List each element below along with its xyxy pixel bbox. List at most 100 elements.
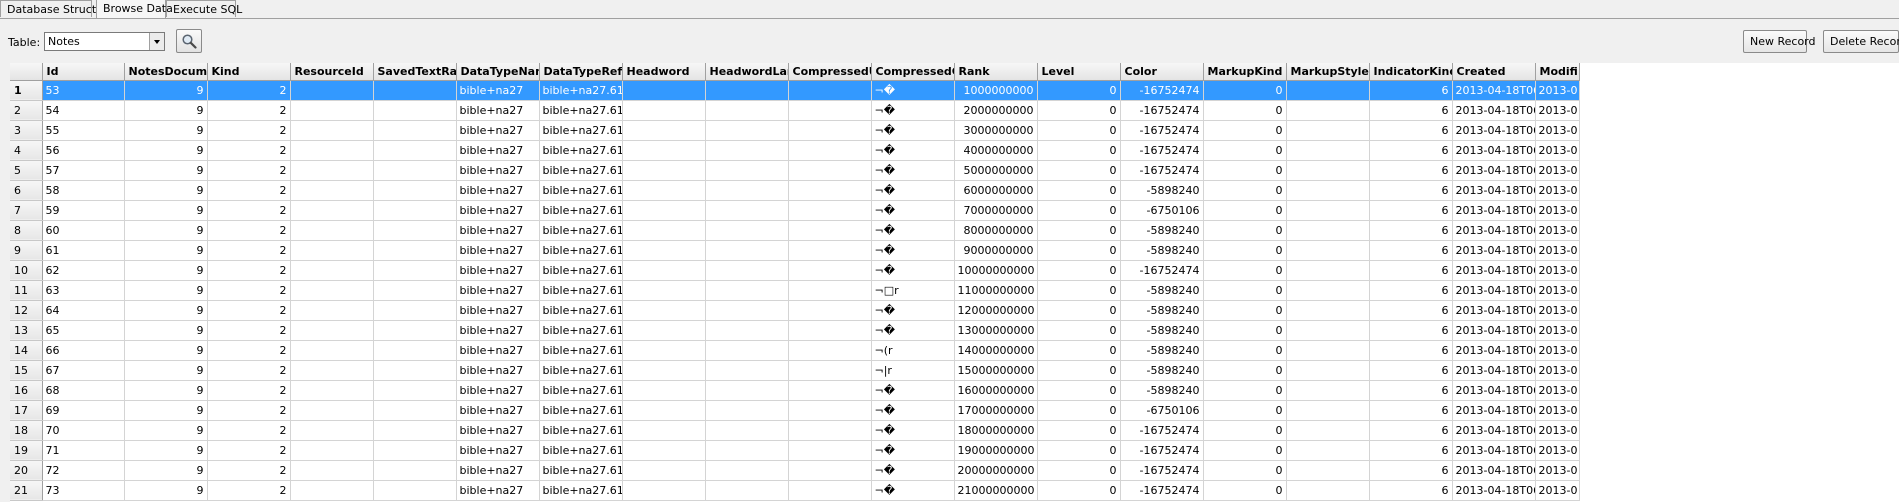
table-row[interactable]: 146692 bible+na27bible+na27.61.5.33 ¬(r140… (10, 340, 1580, 361)
table-cell[interactable]: 0 (1037, 360, 1121, 381)
table-cell[interactable] (788, 300, 872, 321)
table-cell[interactable]: 72 (42, 460, 125, 481)
table-cell[interactable] (290, 80, 374, 101)
table-cell[interactable]: bible+na27 (456, 260, 540, 281)
table-cell[interactable]: 6 (1369, 140, 1453, 161)
table-cell[interactable]: 2013-0 (1535, 280, 1580, 301)
column-header[interactable]: Created (1452, 63, 1536, 81)
new-record-button[interactable]: New Record (1743, 30, 1816, 53)
table-cell[interactable]: 21000000000 (954, 480, 1038, 501)
table-cell[interactable]: 64 (42, 300, 125, 321)
table-cell[interactable]: 0 (1203, 360, 1287, 381)
table-cell[interactable]: 2 (207, 480, 291, 501)
table-cell[interactable]: 9 (124, 180, 208, 201)
row-header[interactable]: 7 (10, 200, 43, 221)
table-cell[interactable] (1286, 180, 1370, 201)
table-cell[interactable]: 2013-0 (1535, 360, 1580, 381)
table-cell[interactable]: 71 (42, 440, 125, 461)
table-cell[interactable]: ¬� (871, 160, 955, 181)
table-cell[interactable] (290, 260, 374, 281)
column-header[interactable]: SavedTextRanqu (373, 63, 457, 81)
table-cell[interactable]: 14000000000 (954, 340, 1038, 361)
table-cell[interactable]: 62 (42, 260, 125, 281)
table-cell[interactable]: -16752474 (1120, 460, 1204, 481)
table-cell[interactable] (622, 80, 706, 101)
table-cell[interactable] (1286, 460, 1370, 481)
table-cell[interactable]: 0 (1203, 180, 1287, 201)
table-cell[interactable]: 9 (124, 480, 208, 501)
table-cell[interactable]: 2 (207, 460, 291, 481)
row-header[interactable]: 2 (10, 100, 43, 121)
table-cell[interactable]: 67 (42, 360, 125, 381)
table-cell[interactable]: 2013-04-18T06:37:3 (1452, 80, 1536, 101)
table-cell[interactable] (622, 460, 706, 481)
table-cell[interactable] (290, 200, 374, 221)
table-cell[interactable]: bible+na27 (456, 160, 540, 181)
table-cell[interactable]: bible+na27.61.4.7 (539, 220, 623, 241)
table-cell[interactable] (290, 280, 374, 301)
column-header[interactable]: MarkupKind (1203, 63, 1287, 81)
table-cell[interactable] (788, 180, 872, 201)
table-cell[interactable]: ¬� (871, 400, 955, 421)
table-cell[interactable]: 57 (42, 160, 125, 181)
table-cell[interactable] (788, 360, 872, 381)
table-cell[interactable] (705, 160, 789, 181)
table-cell[interactable]: 6 (1369, 300, 1453, 321)
table-cell[interactable]: 2013-04-18T06:37:3 (1452, 100, 1536, 121)
table-cell[interactable]: 54 (42, 100, 125, 121)
table-cell[interactable]: 68 (42, 380, 125, 401)
table-row[interactable]: 156792 bible+na27bible+na27.61.5.38 ¬|r150… (10, 360, 1580, 381)
table-row[interactable]: 65892bible+na27bible+na27.61.4.4¬�600000… (10, 180, 1580, 201)
table-cell[interactable] (1286, 260, 1370, 281)
table-cell[interactable]: -5898240 (1120, 300, 1204, 321)
table-cell[interactable]: 2013-0 (1535, 380, 1580, 401)
table-row[interactable]: 187092 bible+na27bible+na27.61.8.17 ¬�1800… (10, 420, 1580, 441)
table-cell[interactable]: -16752474 (1120, 80, 1204, 101)
table-row[interactable]: 176992 bible+na27bible+na27.61.7.23 ¬�1700… (10, 400, 1580, 421)
table-cell[interactable] (373, 220, 457, 241)
table-cell[interactable]: 2 (207, 140, 291, 161)
table-cell[interactable] (622, 280, 706, 301)
table-cell[interactable]: bible+na27.61.4.6 (539, 200, 623, 221)
table-cell[interactable] (373, 480, 457, 501)
table-row[interactable]: 106292 bible+na27bible+na27.61.4.15 ¬�1000… (10, 260, 1580, 281)
table-cell[interactable]: bible+na27 (456, 320, 540, 341)
column-header[interactable]: Id (42, 63, 125, 81)
row-header[interactable]: 8 (10, 220, 43, 241)
table-cell[interactable] (788, 100, 872, 121)
table-cell[interactable]: ¬� (871, 440, 955, 461)
table-cell[interactable] (1286, 120, 1370, 141)
table-row[interactable]: 136592 bible+na27bible+na27.61.5.31 ¬�1300… (10, 320, 1580, 341)
table-cell[interactable] (373, 300, 457, 321)
table-cell[interactable] (705, 440, 789, 461)
table-cell[interactable]: 0 (1203, 480, 1287, 501)
table-cell[interactable]: 2 (207, 440, 291, 461)
table-cell[interactable]: ¬□r (871, 280, 955, 301)
table-cell[interactable]: 2000000000 (954, 100, 1038, 121)
table-cell[interactable]: 0 (1037, 260, 1121, 281)
table-cell[interactable]: 0 (1037, 80, 1121, 101)
table-cell[interactable]: 65 (42, 320, 125, 341)
table-cell[interactable] (705, 80, 789, 101)
table-cell[interactable]: 2013-0 (1535, 80, 1580, 101)
table-cell[interactable]: 0 (1203, 440, 1287, 461)
table-cell[interactable] (788, 400, 872, 421)
row-header[interactable]: 5 (10, 160, 43, 181)
row-header[interactable]: 14 (10, 340, 43, 361)
tab-browse-data[interactable]: Browse Data (96, 0, 173, 18)
table-cell[interactable] (373, 380, 457, 401)
table-cell[interactable]: bible+na27 (456, 80, 540, 101)
table-cell[interactable]: bible+na27.61.4.10 (539, 240, 623, 261)
table-cell[interactable]: 9 (124, 160, 208, 181)
table-cell[interactable] (373, 200, 457, 221)
table-cell[interactable]: 13000000000 (954, 320, 1038, 341)
table-cell[interactable]: 6 (1369, 360, 1453, 381)
row-header[interactable]: 19 (10, 440, 43, 461)
table-cell[interactable] (622, 380, 706, 401)
table-cell[interactable]: 9 (124, 80, 208, 101)
table-cell[interactable]: bible+na27.61.5.27 (539, 300, 623, 321)
table-cell[interactable]: bible+na27 (456, 180, 540, 201)
table-cell[interactable]: bible+na27 (456, 440, 540, 461)
table-cell[interactable] (788, 380, 872, 401)
table-cell[interactable]: 0 (1037, 120, 1121, 141)
